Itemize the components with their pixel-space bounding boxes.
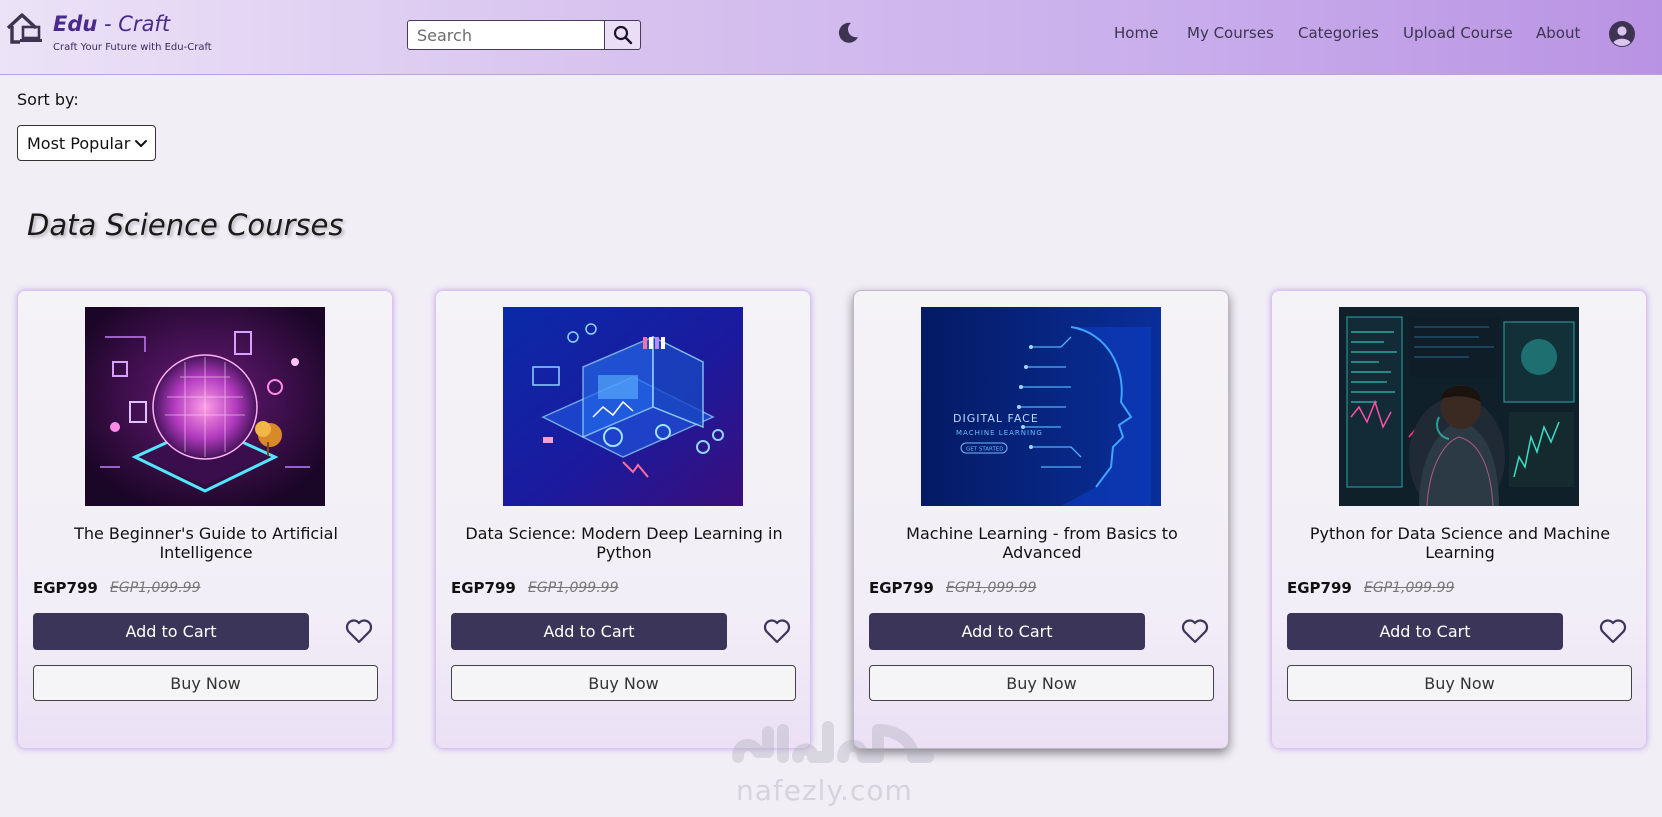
dark-mode-moon-icon[interactable] <box>836 21 860 45</box>
course-old-price: EGP1,099.99 <box>110 580 201 596</box>
buy-now-button[interactable]: Buy Now <box>33 665 378 701</box>
top-navbar: Edu - Craft Craft Your Future with Edu-C… <box>0 0 1662 75</box>
heart-icon[interactable] <box>1599 618 1627 644</box>
course-price: EGP799 <box>33 579 98 597</box>
course-price: EGP799 <box>1287 579 1352 597</box>
nav-categories[interactable]: Categories <box>1298 24 1379 42</box>
sort-label: Sort by: <box>17 90 79 109</box>
nav-home[interactable]: Home <box>1114 24 1158 42</box>
buy-now-button[interactable]: Buy Now <box>1287 665 1632 701</box>
course-card[interactable]: Data Science: Modern Deep Learning in Py… <box>435 290 811 749</box>
brand-name[interactable]: Edu - Craft <box>53 12 170 36</box>
user-avatar-icon[interactable] <box>1608 20 1636 48</box>
course-old-price: EGP1,099.99 <box>528 580 619 596</box>
course-old-price: EGP1,099.99 <box>1364 580 1455 596</box>
course-image-digital-face[interactable]: DIGITAL FACE MACHINE LEARNING GET STARTE… <box>921 307 1161 506</box>
watermark-text: nafezly.com <box>736 774 913 807</box>
course-card[interactable]: DIGITAL FACE MACHINE LEARNING GET STARTE… <box>853 290 1229 749</box>
search-button[interactable] <box>604 20 641 50</box>
course-price: EGP799 <box>451 579 516 597</box>
search-icon <box>613 25 632 45</box>
buy-now-button[interactable]: Buy Now <box>869 665 1214 701</box>
image-text-get-started: GET STARTED <box>966 447 1004 453</box>
image-text-machine-learning: MACHINE LEARNING <box>956 429 1043 437</box>
chevron-down-icon <box>135 140 147 147</box>
course-card[interactable]: Python for Data Science and Machine Lear… <box>1271 290 1647 749</box>
nav-about[interactable]: About <box>1536 24 1580 42</box>
image-text-digital-face: DIGITAL FACE <box>953 412 1039 425</box>
course-title[interactable]: Python for Data Science and Machine Lear… <box>1292 524 1628 562</box>
heart-icon[interactable] <box>763 618 791 644</box>
course-card[interactable]: The Beginner's Guide to Artificial Intel… <box>17 290 393 749</box>
course-title[interactable]: Machine Learning - from Basics to Advanc… <box>874 524 1210 562</box>
heart-icon[interactable] <box>345 618 373 644</box>
course-image-data-dashboard[interactable] <box>503 307 743 506</box>
search-input[interactable] <box>407 20 605 50</box>
add-to-cart-button[interactable]: Add to Cart <box>33 613 309 650</box>
home-laptop-icon[interactable] <box>6 12 44 46</box>
heart-icon[interactable] <box>1181 618 1209 644</box>
section-title: Data Science Courses <box>27 208 344 242</box>
course-image-ai-brain[interactable] <box>85 307 325 506</box>
buy-now-button[interactable]: Buy Now <box>451 665 796 701</box>
sort-selected-value: Most Popular <box>27 133 131 153</box>
course-title[interactable]: Data Science: Modern Deep Learning in Py… <box>456 524 792 562</box>
course-image-python-coder[interactable] <box>1339 307 1579 506</box>
add-to-cart-button[interactable]: Add to Cart <box>869 613 1145 650</box>
nav-upload-course[interactable]: Upload Course <box>1403 24 1513 42</box>
course-title[interactable]: The Beginner's Guide to Artificial Intel… <box>38 524 374 562</box>
brand-tagline: Craft Your Future with Edu-Craft <box>53 42 212 53</box>
course-old-price: EGP1,099.99 <box>946 580 1037 596</box>
sort-select[interactable]: Most Popular <box>17 125 156 161</box>
nav-my-courses[interactable]: My Courses <box>1187 24 1274 42</box>
course-price: EGP799 <box>869 579 934 597</box>
add-to-cart-button[interactable]: Add to Cart <box>1287 613 1563 650</box>
add-to-cart-button[interactable]: Add to Cart <box>451 613 727 650</box>
